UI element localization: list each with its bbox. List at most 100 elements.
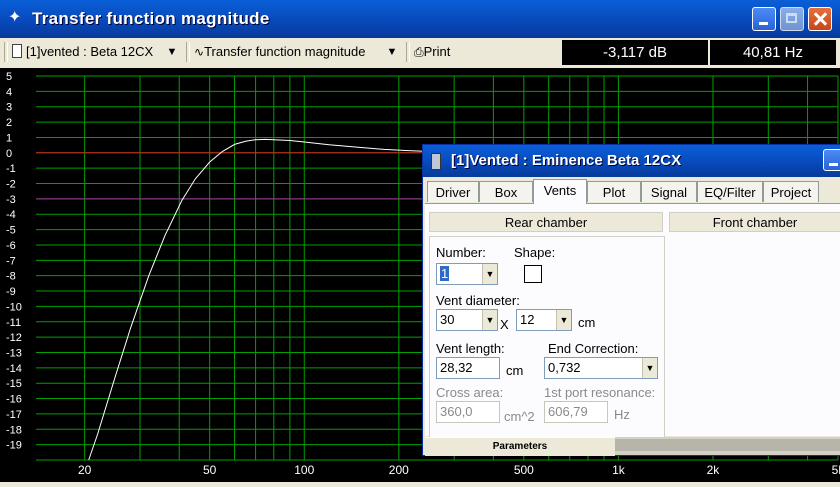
parameters-tab[interactable]: Parameters xyxy=(425,437,615,456)
tab-eq-filter[interactable]: EQ/Filter xyxy=(697,181,763,202)
readout-hz: 40,81 Hz xyxy=(710,40,836,65)
project-dropdown-label: [1]vented : Beta 12CX xyxy=(26,44,154,59)
vent-diameter-label: Vent diameter: xyxy=(436,293,520,308)
printer-icon: ⎙ xyxy=(414,45,424,59)
tab-project[interactable]: Project xyxy=(763,181,819,202)
chevron-down-icon[interactable]: ▼ xyxy=(482,310,497,330)
dialog-minimize-button[interactable] xyxy=(823,149,840,171)
rear-chamber-button[interactable]: Rear chamber xyxy=(429,212,663,232)
tab-plot[interactable]: Plot xyxy=(587,181,641,202)
port-resonance-label: 1st port resonance: xyxy=(544,385,656,400)
plot-type-label: Transfer function magnitude xyxy=(204,44,366,59)
y-tick-label: -13 xyxy=(6,347,22,359)
y-tick-label: 4 xyxy=(6,86,12,98)
tab-box[interactable]: Box xyxy=(479,181,533,202)
x-tick-label: 200 xyxy=(389,463,409,477)
document-icon xyxy=(12,44,22,58)
tab-driver[interactable]: Driver xyxy=(427,181,479,202)
transfer-curve xyxy=(88,138,435,461)
y-tick-label: -18 xyxy=(6,424,22,436)
number-label: Number: xyxy=(436,245,486,260)
shape-swatch[interactable] xyxy=(524,265,542,283)
y-tick-label: -16 xyxy=(6,394,22,406)
toolbar: [1]vented : Beta 12CX ▼ ∿Transfer functi… xyxy=(0,38,840,69)
vents-panel: Rear chamber Front chamber Number: Shape… xyxy=(425,203,840,438)
x-tick-label: 500 xyxy=(514,463,534,477)
window-titlebar[interactable]: ✦ Transfer function magnitude xyxy=(0,0,840,38)
cm-unit-label: cm xyxy=(578,315,596,330)
toolbar-grip xyxy=(4,42,8,62)
chevron-down-icon[interactable]: ▼ xyxy=(164,41,180,63)
x-tick-label: 100 xyxy=(294,463,314,477)
y-tick-label: 1 xyxy=(6,132,12,144)
vent-diameter2-select[interactable]: 12 ▼ xyxy=(516,309,572,331)
x-tick-label: 50 xyxy=(203,463,217,477)
y-tick-label: -9 xyxy=(6,286,16,298)
y-tick-label: -8 xyxy=(6,271,16,283)
rear-chamber-group: Number: Shape: 1 ▼ Vent diameter: 30 ▼ X… xyxy=(429,236,665,438)
port-resonance-field: 606,79 xyxy=(544,401,608,423)
y-tick-label: -2 xyxy=(6,179,16,191)
dialog-app-icon xyxy=(431,153,441,170)
toolbar-separator xyxy=(406,42,410,62)
y-tick-label: -6 xyxy=(6,240,16,252)
y-tick-label: -10 xyxy=(6,301,22,313)
y-tick-label: -7 xyxy=(6,255,16,267)
cross-area-label: Cross area: xyxy=(436,385,504,400)
toolbar-separator xyxy=(186,42,190,62)
y-tick-label: -5 xyxy=(6,225,16,237)
chevron-down-icon[interactable]: ▼ xyxy=(482,264,497,284)
print-button[interactable]: ⎙Print xyxy=(414,41,474,63)
y-tick-label: 0 xyxy=(6,148,12,160)
front-chamber-button[interactable]: Front chamber xyxy=(669,212,840,232)
times-label: X xyxy=(500,317,509,332)
vent-length-input[interactable]: 28,32 xyxy=(436,357,500,379)
end-correction-select[interactable]: 0,732 ▼ xyxy=(544,357,658,379)
cm-unit-label: cm xyxy=(506,363,524,378)
end-correction-label: End Correction: xyxy=(548,341,639,356)
y-tick-label: -1 xyxy=(6,163,16,175)
end-correction-value: 0,732 xyxy=(548,360,581,375)
chevron-down-icon[interactable]: ▼ xyxy=(642,358,657,378)
print-label: Print xyxy=(423,44,451,59)
tab-signal[interactable]: Signal xyxy=(641,181,697,202)
chevron-down-icon[interactable]: ▼ xyxy=(556,310,571,330)
vented-dialog[interactable]: [1]Vented : Eminence Beta 12CX Driver Bo… xyxy=(422,144,840,456)
x-tick-label: 20 xyxy=(78,463,92,477)
vent-diameter-select[interactable]: 30 ▼ xyxy=(436,309,498,331)
y-tick-label: -12 xyxy=(6,332,22,344)
window-title: Transfer function magnitude xyxy=(32,9,270,28)
vent-diameter2-value: 12 xyxy=(520,312,535,327)
x-tick-label: 2k xyxy=(707,463,721,477)
minimize-button[interactable] xyxy=(752,7,776,31)
dialog-titlebar[interactable]: [1]Vented : Eminence Beta 12CX xyxy=(423,145,840,177)
y-tick-label: 2 xyxy=(6,117,12,129)
parameters-scrollbar[interactable] xyxy=(615,439,840,451)
maximize-button[interactable] xyxy=(780,7,804,31)
vent-diameter-value: 30 xyxy=(440,312,455,327)
dialog-title: [1]Vented : Eminence Beta 12CX xyxy=(451,152,682,169)
y-tick-label: -19 xyxy=(6,440,22,452)
y-tick-label: -3 xyxy=(6,194,16,206)
crosshair-icon: ✦ xyxy=(8,9,22,26)
shape-label: Shape: xyxy=(514,245,556,260)
dialog-statusbar: Parameters xyxy=(425,437,840,456)
readout-db: -3,117 dB xyxy=(562,40,708,65)
dialog-tabs: Driver Box Vents Plot Signal EQ/Filter P… xyxy=(425,179,840,204)
y-tick-label: -17 xyxy=(6,409,22,421)
x-tick-label: 5k xyxy=(832,463,840,477)
vent-length-label: Vent length: xyxy=(436,341,505,356)
number-select[interactable]: 1 ▼ xyxy=(436,263,498,285)
waveform-icon: ∿ xyxy=(194,45,205,59)
project-dropdown[interactable]: [1]vented : Beta 12CX ▼ xyxy=(12,41,182,63)
y-tick-label: -15 xyxy=(6,378,22,390)
chevron-down-icon[interactable]: ▼ xyxy=(384,41,400,63)
cm2-unit-label: cm^2 xyxy=(504,409,535,424)
cross-area-field: 360,0 xyxy=(436,401,500,423)
x-tick-label: 1k xyxy=(612,463,626,477)
plot-type-dropdown[interactable]: ∿Transfer function magnitude ▼ xyxy=(194,41,404,63)
y-tick-label: 5 xyxy=(6,71,12,83)
tab-vents[interactable]: Vents xyxy=(533,179,587,204)
y-tick-label: -14 xyxy=(6,363,22,375)
close-button[interactable] xyxy=(808,7,832,31)
